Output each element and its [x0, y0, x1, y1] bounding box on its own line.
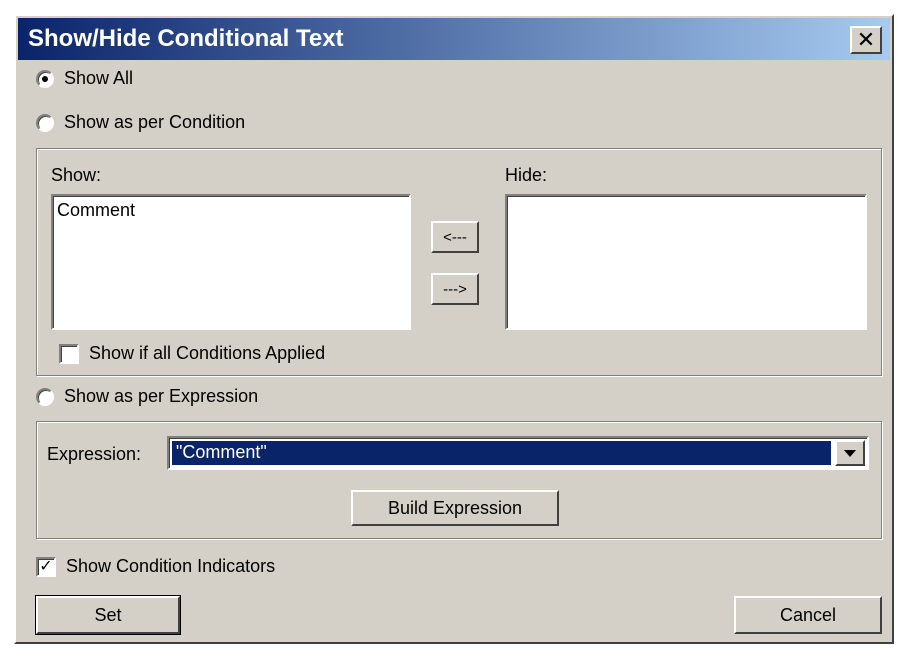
hide-list-label: Hide:	[505, 165, 548, 185]
cancel-button[interactable]: Cancel	[734, 596, 882, 634]
window-title: Show/Hide Conditional Text	[28, 25, 344, 52]
hide-conditions-list[interactable]	[505, 194, 867, 330]
show-as-per-condition-radio-button[interactable]	[36, 113, 54, 132]
move-to-hide-button[interactable]: --->	[431, 273, 479, 305]
show-as-per-expression-radio-button[interactable]	[36, 387, 54, 406]
show-as-per-expression-radio[interactable]: Show as per Expression	[36, 386, 258, 407]
expression-group: Expression: "Comment" Build Expression	[36, 421, 882, 539]
show-condition-indicators-label: Show Condition Indicators	[66, 556, 276, 576]
list-item[interactable]: Comment	[57, 200, 405, 221]
show-if-all-conditions-label: Show if all Conditions Applied	[89, 343, 326, 363]
show-as-per-expression-label: Show as per Expression	[64, 386, 259, 406]
close-button[interactable]: ✕	[850, 26, 882, 54]
set-button[interactable]: Set	[35, 595, 181, 635]
close-icon: ✕	[856, 27, 876, 52]
radio-selected-dot	[42, 75, 48, 82]
move-to-show-button[interactable]: <---	[431, 221, 479, 253]
build-expression-button[interactable]: Build Expression	[351, 490, 559, 526]
show-if-all-conditions-applied[interactable]: Show if all Conditions Applied	[59, 343, 325, 364]
show-as-per-condition-radio[interactable]: Show as per Condition	[36, 112, 245, 133]
show-all-radio[interactable]: Show All	[36, 68, 133, 89]
show-if-all-conditions-checkbox[interactable]	[59, 343, 79, 364]
show-as-per-condition-label: Show as per Condition	[64, 112, 246, 132]
show-condition-indicators-checkbox[interactable]: ✓	[36, 556, 56, 577]
show-conditions-list[interactable]: Comment	[51, 194, 411, 330]
show-list-label: Show:	[51, 165, 102, 185]
expression-combobox[interactable]: "Comment"	[167, 436, 869, 470]
chevron-down-icon	[844, 449, 856, 457]
show-hide-conditional-text-dialog: Show/Hide Conditional Text ✕ Show All Sh…	[14, 14, 894, 644]
expression-dropdown-button[interactable]	[835, 440, 865, 466]
expression-value[interactable]: "Comment"	[171, 440, 832, 466]
condition-group: Show: Hide: Comment <--- ---> Show if al…	[36, 148, 882, 376]
show-condition-indicators[interactable]: ✓ Show Condition Indicators	[36, 556, 275, 577]
show-all-label: Show All	[64, 68, 134, 88]
show-all-radio-button[interactable]	[36, 69, 54, 88]
title-bar[interactable]: Show/Hide Conditional Text ✕	[18, 18, 890, 60]
expression-label: Expression:	[47, 444, 142, 464]
